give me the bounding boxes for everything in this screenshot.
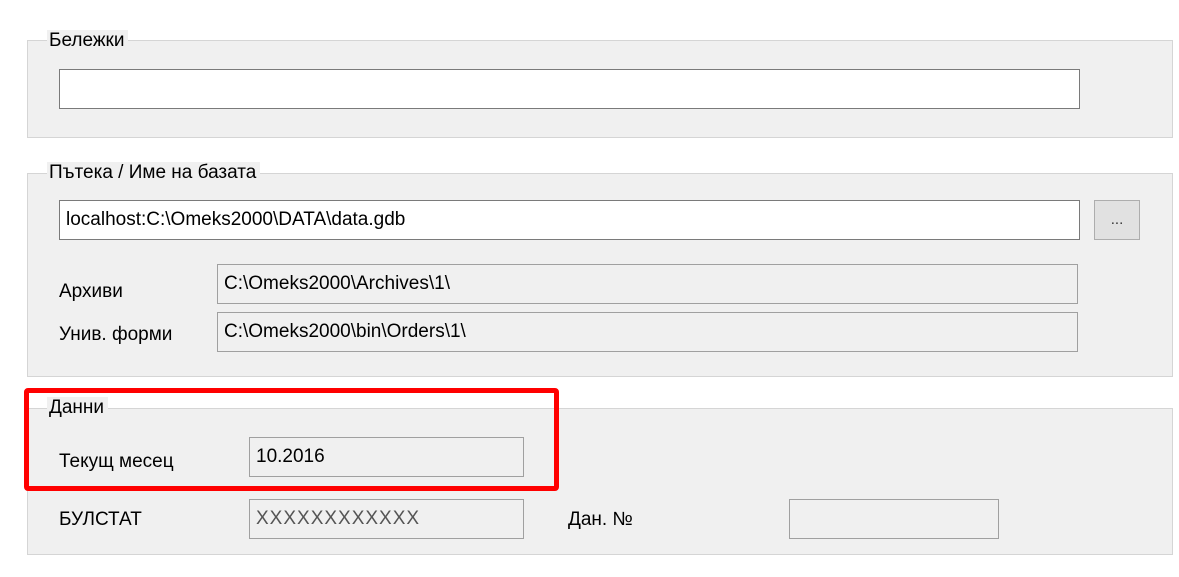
db-path-input[interactable]: localhost:C:\Omeks2000\DATA\data.gdb: [59, 200, 1080, 240]
browse-button[interactable]: ...: [1094, 200, 1140, 240]
tax-no-field[interactable]: [789, 499, 999, 539]
notes-input[interactable]: [59, 69, 1080, 109]
current-month-label: Текущ месец: [59, 451, 174, 472]
bulstat-field[interactable]: XXXXXXXXXXXX: [249, 499, 524, 539]
data-group-title: Данни: [47, 397, 109, 419]
current-month-field[interactable]: 10.2016: [249, 437, 524, 477]
archives-field[interactable]: C:\Omeks2000\Archives\1\: [217, 264, 1078, 304]
tax-no-label: Дан. №: [568, 509, 633, 530]
univ-forms-label: Унив. форми: [59, 324, 173, 345]
settings-panel: Бележки Пътека / Име на базата localhost…: [0, 0, 1179, 577]
archives-label: Архиви: [59, 281, 123, 302]
data-groupbox: [27, 408, 1173, 555]
db-path-group-title: Пътека / Име на базата: [47, 162, 261, 184]
notes-group-title: Бележки: [47, 30, 129, 52]
bulstat-label: БУЛСТАТ: [59, 509, 142, 530]
univ-forms-field[interactable]: C:\Omeks2000\bin\Orders\1\: [217, 312, 1078, 352]
